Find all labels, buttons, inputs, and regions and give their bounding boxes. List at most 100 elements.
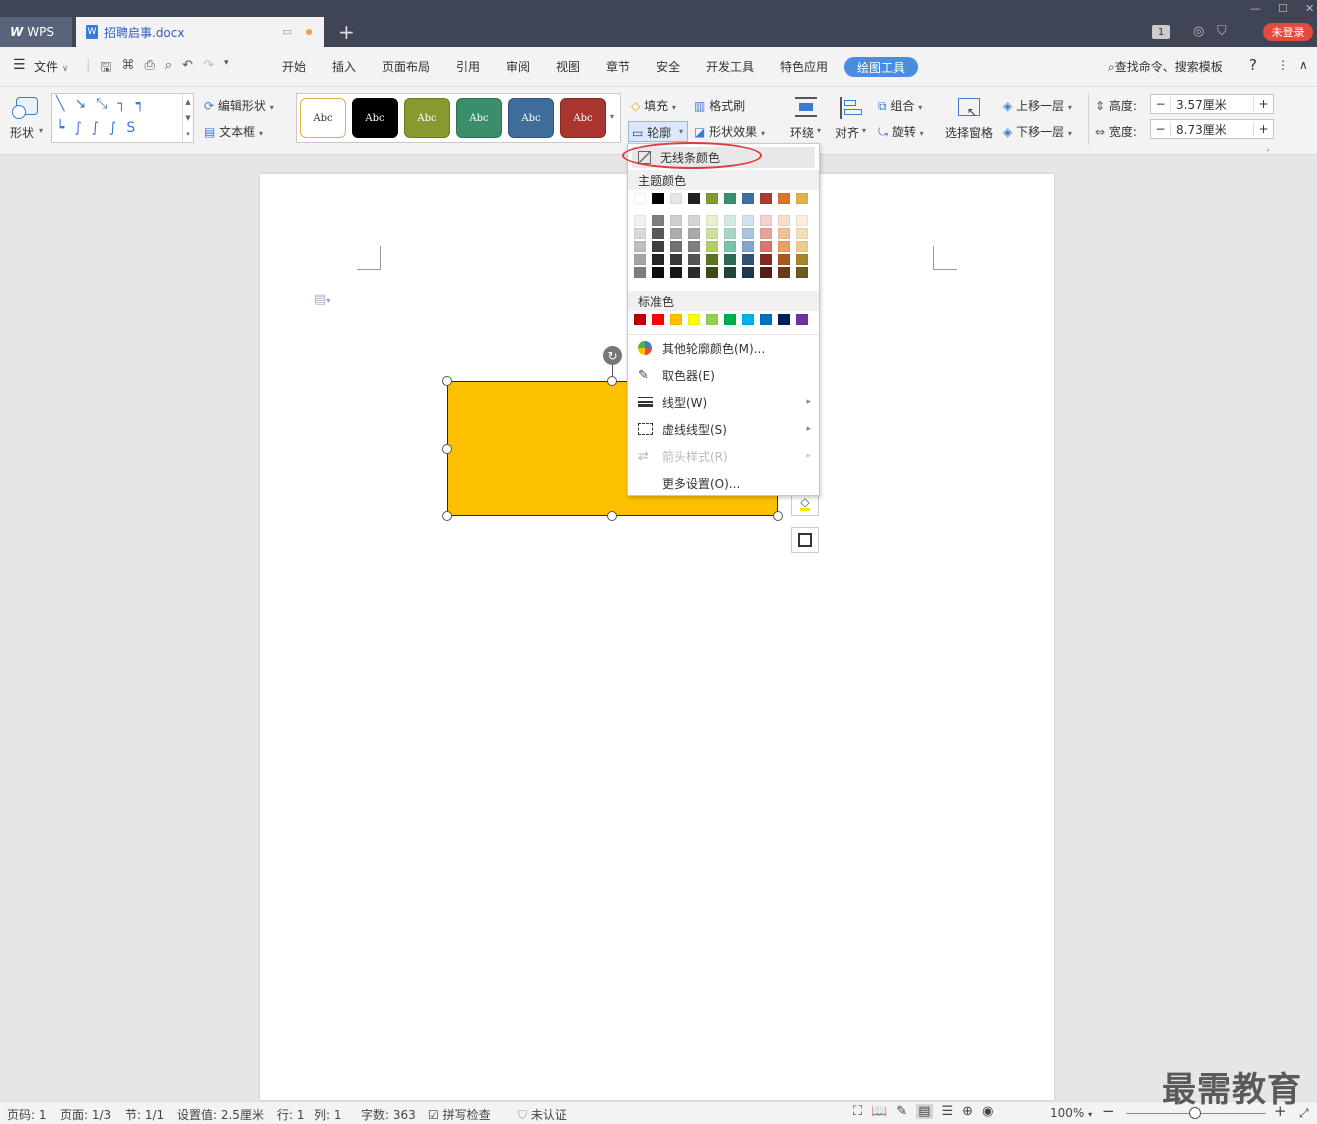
status-section[interactable]: 节: 1/1	[125, 1106, 164, 1123]
resize-handle-bottom-left[interactable]	[442, 511, 452, 521]
format-painter-icon[interactable]: ⌘	[121, 58, 134, 80]
status-words[interactable]: 字数: 363	[361, 1106, 416, 1123]
quick-outline-button[interactable]	[791, 527, 819, 553]
status-setting[interactable]: 设置值: 2.5厘米	[177, 1106, 264, 1123]
style-outline-gold[interactable]: Abc	[300, 98, 346, 138]
search-command[interactable]: ⌕查找命令、搜索模板	[1108, 58, 1223, 75]
menu-references[interactable]: 引用	[456, 58, 480, 75]
status-row[interactable]: 行: 1	[277, 1106, 305, 1123]
menu-insert[interactable]: 插入	[332, 58, 356, 75]
theme-shade-swatch[interactable]	[706, 241, 718, 252]
menu-dev-tools[interactable]: 开发工具	[706, 58, 754, 75]
theme-shade-swatch[interactable]	[724, 267, 736, 278]
style-gallery-expand-icon[interactable]: ▾	[610, 112, 614, 121]
redo-icon[interactable]: ↷	[203, 58, 214, 80]
standard-color-swatch[interactable]	[652, 314, 664, 325]
style-blue[interactable]: Abc	[508, 98, 554, 138]
shape-effect-button[interactable]: ◪ 形状效果 ▾	[694, 123, 765, 140]
maximize-icon[interactable]: ☐	[1278, 2, 1288, 15]
print-preview-icon[interactable]: ⌕	[165, 58, 172, 80]
theme-shade-swatch[interactable]	[706, 254, 718, 265]
theme-color-swatch[interactable]	[688, 193, 700, 204]
theme-shade-swatch[interactable]	[652, 241, 664, 252]
standard-color-swatch[interactable]	[670, 314, 682, 325]
monitor-icon[interactable]: ▭	[282, 25, 292, 38]
theme-shade-swatch[interactable]	[652, 215, 664, 226]
document-tab[interactable]: W 招聘启事.docx ▭	[76, 17, 324, 47]
standard-color-swatch[interactable]	[634, 314, 646, 325]
theme-shade-swatch[interactable]	[706, 228, 718, 239]
minimize-icon[interactable]: —	[1250, 2, 1261, 15]
line-icon[interactable]: ╲	[56, 96, 64, 112]
theme-shade-swatch[interactable]	[760, 215, 772, 226]
gallery-scroll[interactable]: ▲ ▼ ▾	[182, 94, 193, 142]
shape-button[interactable]: 形状 ▾	[9, 95, 45, 141]
outline-button[interactable]: ▭ 轮廓 ▾	[628, 121, 688, 142]
theme-shade-swatch[interactable]	[670, 254, 682, 265]
paragraph-layout-icon[interactable]: ▤▾	[314, 292, 330, 307]
status-col[interactable]: 列: 1	[314, 1106, 342, 1123]
save-icon[interactable]: 🖫	[100, 58, 111, 80]
spell-check-button[interactable]: ☑ 拼写检查	[428, 1106, 491, 1123]
resize-handle-top-left[interactable]	[442, 376, 452, 386]
help-icon[interactable]: ?	[1249, 56, 1257, 74]
group-button[interactable]: ⧉ 组合 ▾	[878, 97, 922, 114]
standard-color-swatch[interactable]	[778, 314, 790, 325]
theme-shade-swatch[interactable]	[742, 228, 754, 239]
collapse-ribbon-icon[interactable]: ∧	[1299, 58, 1308, 72]
theme-shade-swatch[interactable]	[778, 241, 790, 252]
theme-shade-swatch[interactable]	[796, 254, 808, 265]
theme-color-swatch[interactable]	[652, 193, 664, 204]
elbow-double-arrow-icon[interactable]: ┕	[56, 120, 64, 136]
standard-color-swatch[interactable]	[724, 314, 736, 325]
theme-shade-swatch[interactable]	[796, 241, 808, 252]
theme-shade-swatch[interactable]	[634, 228, 646, 239]
skin-icon[interactable]: ◎	[1193, 24, 1204, 39]
fill-button[interactable]: ◇ 填充 ▾	[631, 97, 676, 114]
theme-shade-swatch[interactable]	[706, 267, 718, 278]
style-black[interactable]: Abc	[352, 98, 398, 138]
menu-special[interactable]: 特色应用	[780, 58, 828, 75]
theme-shade-swatch[interactable]	[742, 215, 754, 226]
theme-shade-swatch[interactable]	[634, 241, 646, 252]
zoom-out-button[interactable]: −	[1102, 1102, 1115, 1120]
theme-shade-swatch[interactable]	[670, 267, 682, 278]
expand-gallery-icon[interactable]: ▾	[186, 130, 190, 138]
theme-shade-swatch[interactable]	[760, 241, 772, 252]
theme-shade-swatch[interactable]	[796, 267, 808, 278]
width-input[interactable]: 8.73厘米	[1171, 121, 1253, 138]
elbow-arrow-connector-icon[interactable]: ┑	[136, 96, 144, 112]
theme-shade-swatch[interactable]	[634, 267, 646, 278]
theme-shade-swatch[interactable]	[760, 267, 772, 278]
theme-color-swatch[interactable]	[724, 193, 736, 204]
resize-handle-bottom-right[interactable]	[773, 511, 783, 521]
size-dialog-launcher-icon[interactable]: ⌟	[1266, 143, 1270, 152]
menu-chapter[interactable]: 章节	[606, 58, 630, 75]
style-olive[interactable]: Abc	[404, 98, 450, 138]
resize-handle-left[interactable]	[442, 444, 452, 454]
eyedropper-item[interactable]: ✎ 取色器(E)	[628, 362, 819, 388]
more-settings-item[interactable]: 更多设置(O)...	[628, 470, 819, 496]
standard-color-swatch[interactable]	[688, 314, 700, 325]
theme-shade-swatch[interactable]	[742, 254, 754, 265]
line-type-item[interactable]: 线型(W) ▸	[628, 389, 819, 415]
standard-color-swatch[interactable]	[760, 314, 772, 325]
theme-shade-swatch[interactable]	[742, 267, 754, 278]
shirt-icon[interactable]: ⛉	[1217, 24, 1227, 39]
certification-status[interactable]: ⛉ 未认证	[518, 1106, 567, 1123]
theme-shade-swatch[interactable]	[652, 267, 664, 278]
theme-color-swatch[interactable]	[778, 193, 790, 204]
curved-connector-icon[interactable]: ∫	[74, 120, 81, 136]
theme-color-swatch[interactable]	[670, 193, 682, 204]
rotate-button[interactable]: ⤿ 旋转 ▾	[878, 123, 924, 140]
window-count-badge[interactable]: 1	[1152, 25, 1170, 39]
theme-shade-swatch[interactable]	[652, 254, 664, 265]
theme-shade-swatch[interactable]	[778, 267, 790, 278]
theme-color-swatch[interactable]	[634, 193, 646, 204]
menu-file[interactable]: 文件 ∨	[34, 58, 68, 75]
theme-shade-swatch[interactable]	[688, 254, 700, 265]
print-icon[interactable]: ⎙	[144, 58, 154, 80]
theme-shade-swatch[interactable]	[778, 228, 790, 239]
eye-protect-icon[interactable]: ◉	[982, 1104, 993, 1119]
style-green[interactable]: Abc	[456, 98, 502, 138]
